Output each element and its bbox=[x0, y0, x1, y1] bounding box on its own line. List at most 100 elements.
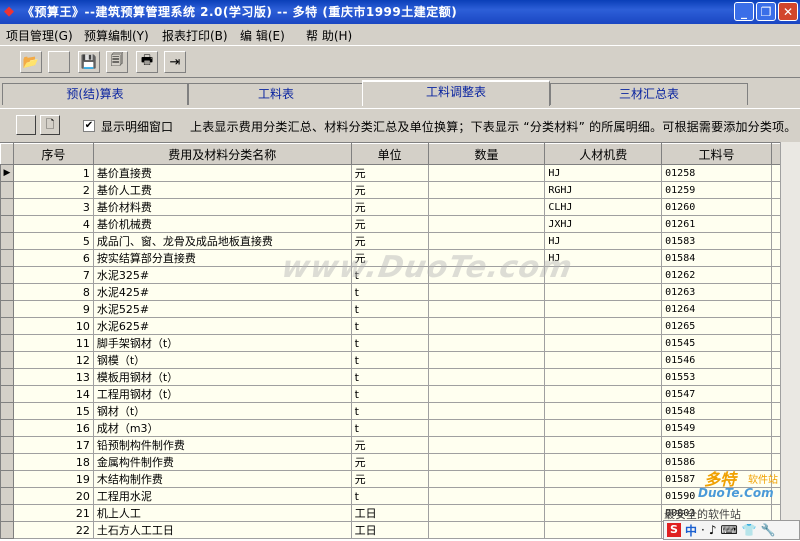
table-row[interactable]: 17 铅预制构件制作费元 01585 bbox=[0, 436, 800, 454]
row-name[interactable]: 基价人工费 bbox=[92, 181, 352, 199]
table-row[interactable]: 16 成材（m3） t 01549 bbox=[0, 419, 800, 437]
row-cost-code[interactable]: HJ bbox=[544, 249, 663, 267]
row-cost-code[interactable]: HJ bbox=[544, 164, 663, 182]
row-indicator[interactable] bbox=[0, 470, 14, 488]
row-unit[interactable]: 元 bbox=[350, 249, 429, 267]
row-cost-code[interactable] bbox=[544, 283, 663, 301]
row-qty[interactable] bbox=[427, 470, 546, 488]
grid-view-button[interactable] bbox=[16, 115, 36, 135]
table-row[interactable]: 6 按实结算部分直接费元 HJ 01584 bbox=[0, 249, 800, 267]
row-cost-code[interactable] bbox=[544, 334, 663, 352]
row-name[interactable]: 脚手架钢材（t） bbox=[92, 334, 352, 352]
row-unit[interactable]: t bbox=[350, 266, 429, 284]
row-cost-code[interactable] bbox=[544, 368, 663, 386]
table-row[interactable]: 18 金属构件制作费元 01586 bbox=[0, 453, 800, 471]
row-cost-code[interactable] bbox=[544, 351, 663, 369]
row-qty[interactable] bbox=[427, 453, 546, 471]
row-indicator[interactable] bbox=[0, 181, 14, 199]
ime-s-icon[interactable]: S bbox=[667, 523, 681, 537]
current-row-indicator[interactable]: ▶ bbox=[0, 164, 14, 182]
col-header-seq[interactable]: 序号 bbox=[12, 143, 94, 165]
table-row[interactable]: 2 基价人工费元 RGHJ 01259 bbox=[0, 181, 800, 199]
row-seq[interactable]: 10 bbox=[12, 317, 94, 335]
tab-material-table[interactable]: 工料表 bbox=[188, 83, 364, 105]
row-qty[interactable] bbox=[427, 402, 546, 420]
row-qty[interactable] bbox=[427, 504, 546, 522]
row-material-code[interactable]: 01586 bbox=[661, 453, 772, 471]
row-name[interactable]: 水泥425# bbox=[92, 283, 352, 301]
row-cost-code[interactable] bbox=[544, 317, 663, 335]
row-seq[interactable]: 1 bbox=[12, 164, 94, 182]
ime-music-icon[interactable]: ♪ bbox=[709, 523, 717, 537]
row-cost-code[interactable] bbox=[544, 300, 663, 318]
table-row[interactable]: 19 木结构制作费元 01587 bbox=[0, 470, 800, 488]
row-qty[interactable] bbox=[427, 385, 546, 403]
row-unit[interactable]: t bbox=[350, 419, 429, 437]
tab-material-adjust[interactable]: 工料调整表 bbox=[362, 80, 550, 106]
row-indicator[interactable] bbox=[0, 436, 14, 454]
row-material-code[interactable]: 01549 bbox=[661, 419, 772, 437]
row-material-code[interactable]: 01263 bbox=[661, 283, 772, 301]
table-row[interactable]: 3 基价材料费元 CLHJ 01260 bbox=[0, 198, 800, 216]
row-seq[interactable]: 5 bbox=[12, 232, 94, 250]
row-seq[interactable]: 21 bbox=[12, 504, 94, 522]
row-material-code[interactable]: 01260 bbox=[661, 198, 772, 216]
row-material-code[interactable]: 01590 bbox=[661, 487, 772, 505]
row-cost-code[interactable] bbox=[544, 504, 663, 522]
table-row[interactable]: 11 脚手架钢材（t） t 01545 bbox=[0, 334, 800, 352]
row-unit[interactable]: 元 bbox=[350, 164, 429, 182]
row-material-code[interactable]: 01546 bbox=[661, 351, 772, 369]
row-unit[interactable]: 元 bbox=[350, 232, 429, 250]
tab-three-materials[interactable]: 三材汇总表 bbox=[550, 83, 748, 105]
row-material-code[interactable]: 01585 bbox=[661, 436, 772, 454]
row-qty[interactable] bbox=[427, 436, 546, 454]
row-unit[interactable]: t bbox=[350, 385, 429, 403]
row-seq[interactable]: 9 bbox=[12, 300, 94, 318]
data-grid[interactable]: 序号 费用及材料分类名称 单位 数量 人材机费 工料号 ▶ 1 基价直接费元 HJ 01… bbox=[0, 142, 800, 541]
row-material-code[interactable]: 01259 bbox=[661, 181, 772, 199]
row-name[interactable]: 工程用水泥 bbox=[92, 487, 352, 505]
row-unit[interactable]: 元 bbox=[350, 198, 429, 216]
row-qty[interactable] bbox=[427, 317, 546, 335]
row-indicator[interactable] bbox=[0, 385, 14, 403]
row-material-code[interactable]: 01583 bbox=[661, 232, 772, 250]
row-indicator[interactable] bbox=[0, 232, 14, 250]
row-unit[interactable]: t bbox=[350, 334, 429, 352]
row-material-code[interactable]: 01545 bbox=[661, 334, 772, 352]
row-indicator[interactable] bbox=[0, 198, 14, 216]
row-qty[interactable] bbox=[427, 249, 546, 267]
row-qty[interactable] bbox=[427, 266, 546, 284]
row-seq[interactable]: 16 bbox=[12, 419, 94, 437]
row-material-code[interactable]: 01265 bbox=[661, 317, 772, 335]
row-qty[interactable] bbox=[427, 419, 546, 437]
row-cost-code[interactable]: HJ bbox=[544, 232, 663, 250]
row-cost-code[interactable] bbox=[544, 266, 663, 284]
row-seq[interactable]: 4 bbox=[12, 215, 94, 233]
row-indicator[interactable] bbox=[0, 300, 14, 318]
row-unit[interactable]: 元 bbox=[350, 215, 429, 233]
row-unit[interactable]: t bbox=[350, 317, 429, 335]
row-unit[interactable]: t bbox=[350, 487, 429, 505]
row-seq[interactable]: 18 bbox=[12, 453, 94, 471]
menu-edit[interactable]: 编 辑(E) bbox=[240, 27, 285, 44]
row-qty[interactable] bbox=[427, 521, 546, 539]
row-unit[interactable]: t bbox=[350, 368, 429, 386]
print-button[interactable]: 🖶 bbox=[136, 51, 158, 73]
row-qty[interactable] bbox=[427, 283, 546, 301]
table-row[interactable]: 10 水泥625# t 01265 bbox=[0, 317, 800, 335]
row-cost-code[interactable] bbox=[544, 436, 663, 454]
row-qty[interactable] bbox=[427, 198, 546, 216]
new-doc-button[interactable]: 🗋 bbox=[40, 115, 60, 135]
row-qty[interactable] bbox=[427, 487, 546, 505]
row-seq[interactable]: 3 bbox=[12, 198, 94, 216]
row-indicator[interactable] bbox=[0, 453, 14, 471]
ime-toolbar[interactable]: S 中 · ♪ ⌨ 👕 🔧 bbox=[663, 520, 800, 540]
row-name[interactable]: 水泥325# bbox=[92, 266, 352, 284]
row-qty[interactable] bbox=[427, 164, 546, 182]
row-qty[interactable] bbox=[427, 368, 546, 386]
menu-project[interactable]: 项目管理(G) bbox=[6, 27, 73, 44]
row-material-code[interactable]: 01264 bbox=[661, 300, 772, 318]
row-material-code[interactable]: 01553 bbox=[661, 368, 772, 386]
save-all-button[interactable]: 🗐 bbox=[106, 51, 128, 73]
open-button[interactable]: 📂 bbox=[20, 51, 42, 73]
